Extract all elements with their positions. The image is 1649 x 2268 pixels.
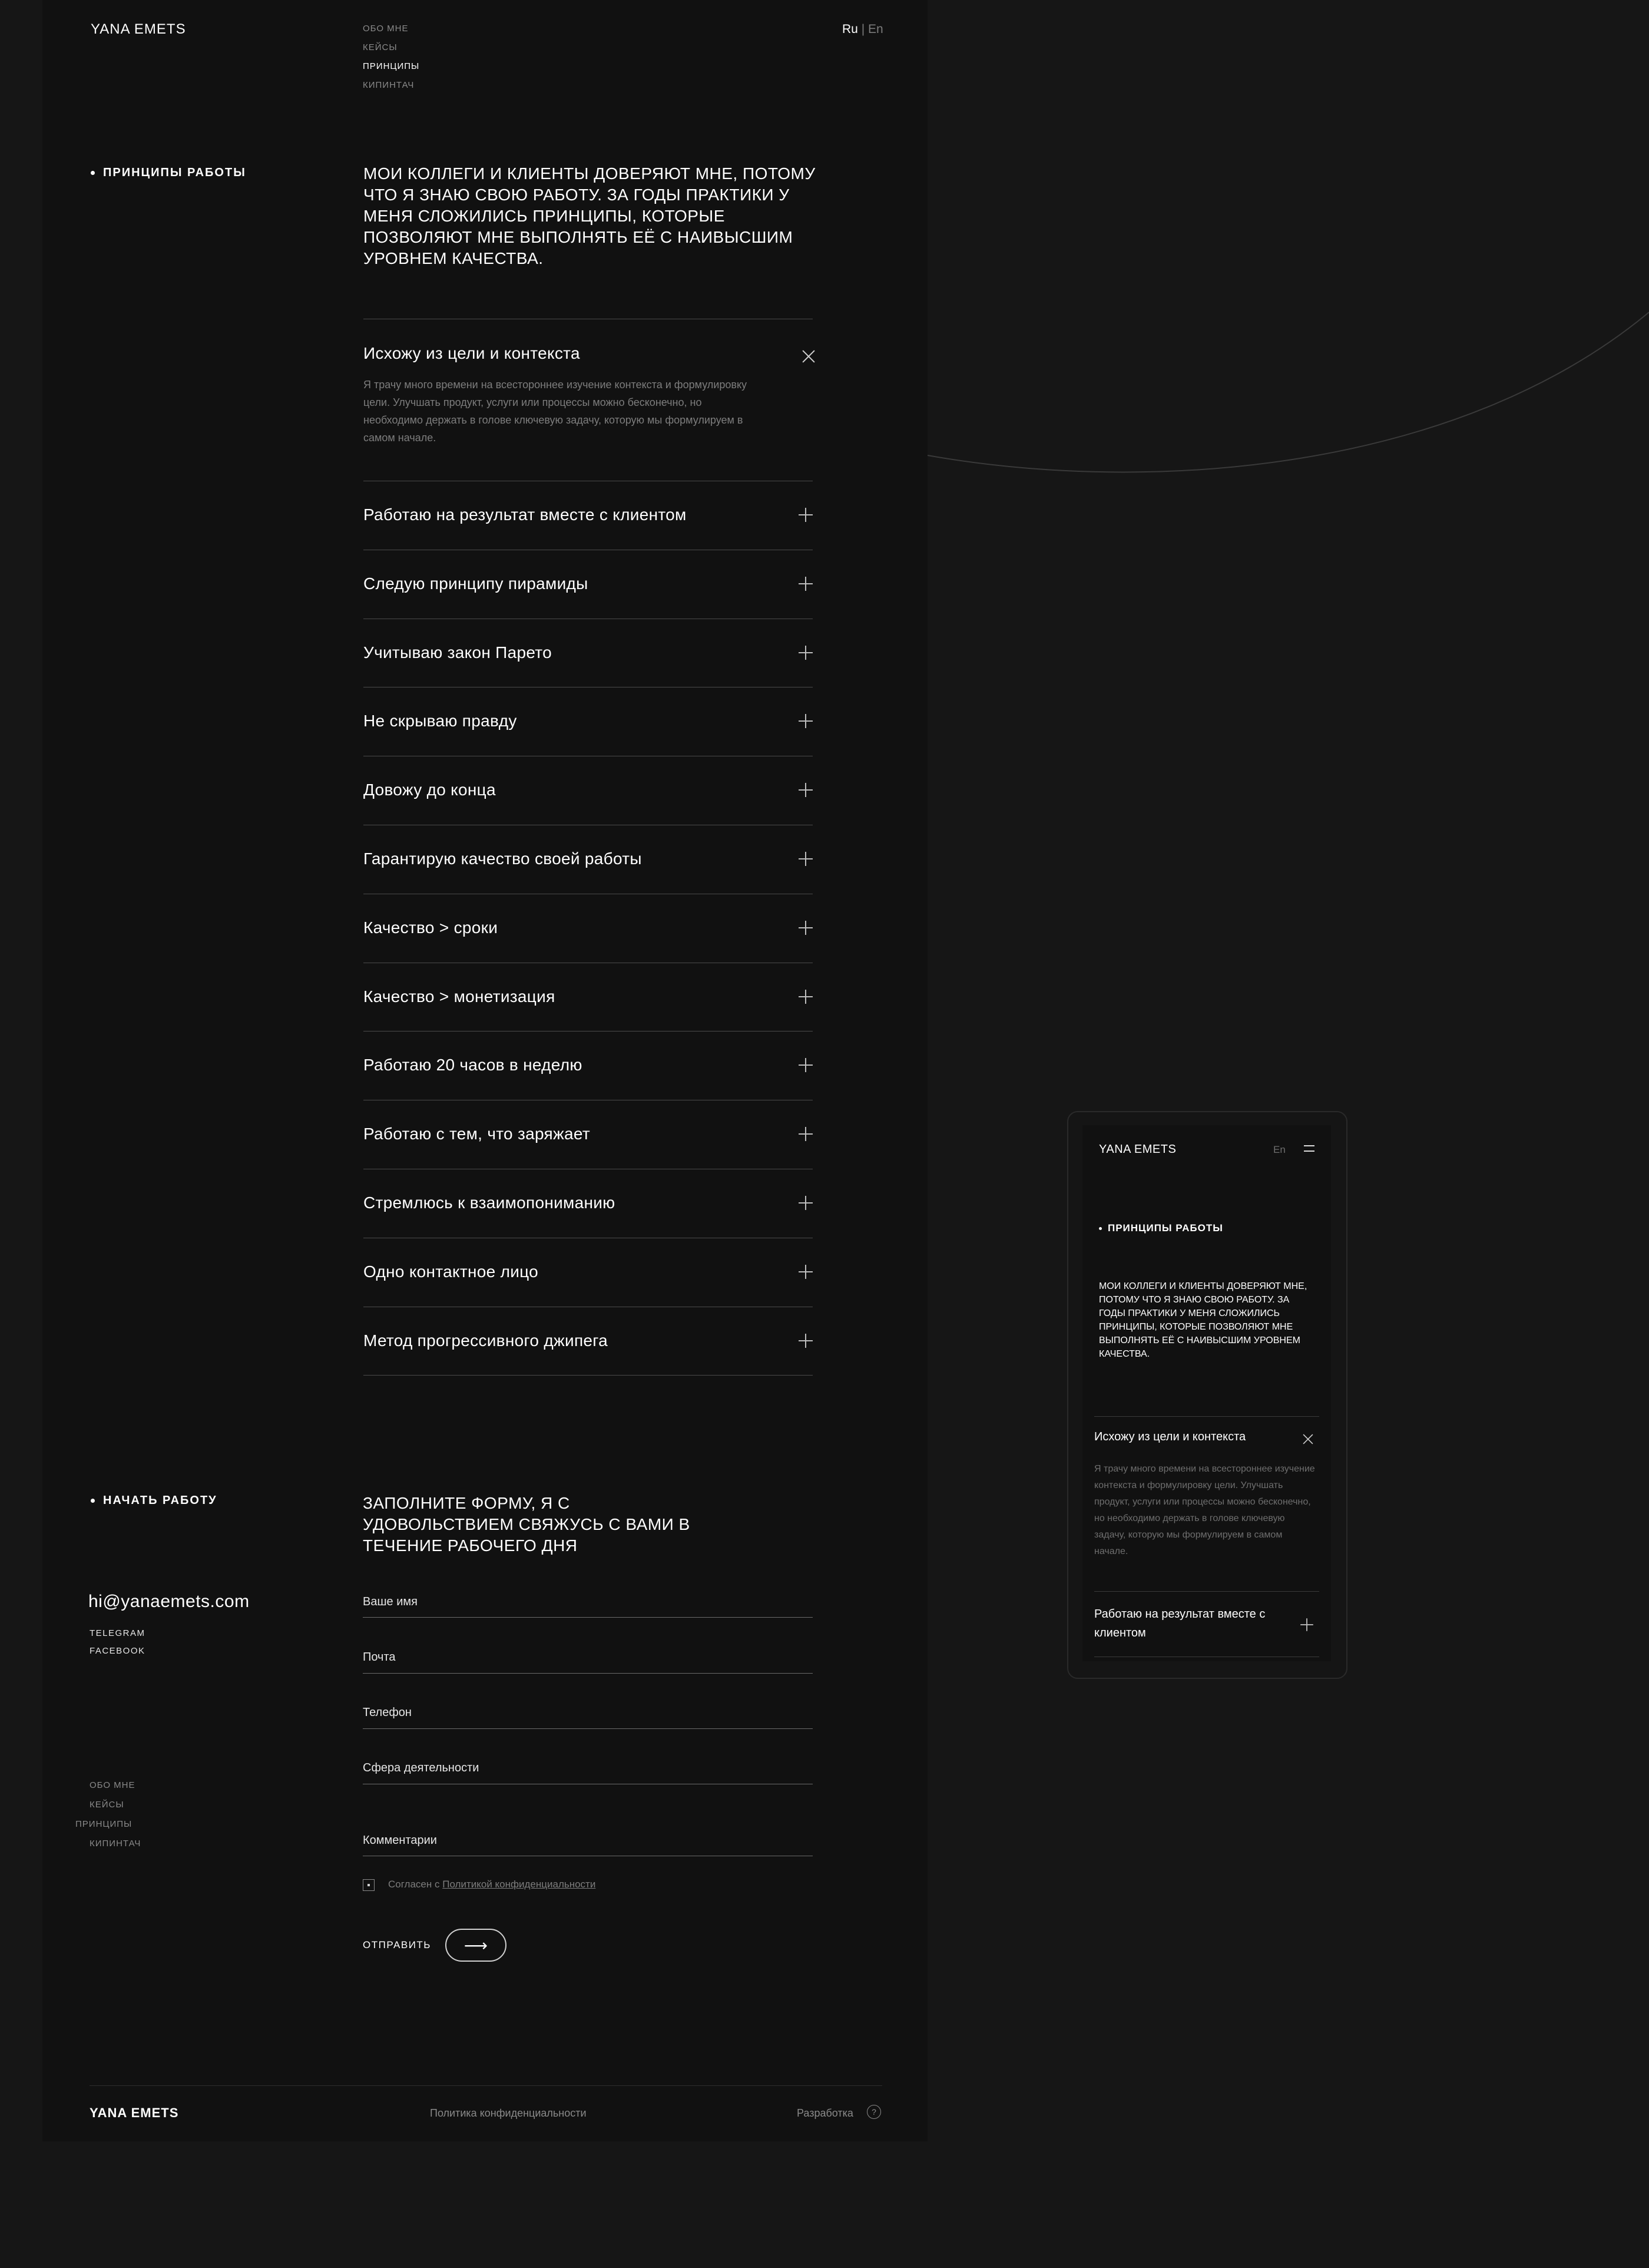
privacy-policy-link[interactable]: Политикой конфиденциальности [442,1879,595,1890]
consent-checkbox[interactable] [363,1879,375,1891]
accordion-item[interactable]: Работаю 20 часов в неделю [363,1056,582,1075]
contact-lead: ЗАПОЛНИТЕ ФОРМУ, Я С УДОВОЛЬСТВИЕМ СВЯЖУ… [363,1494,690,1555]
lang-separator: | [861,22,865,36]
submit-button[interactable]: ⟶ [445,1929,506,1962]
nav-item-cases[interactable]: КЕЙСЫ [363,42,419,61]
developer-icon[interactable]: ? [867,2105,881,2119]
plus-icon[interactable] [799,990,813,1004]
plus-icon[interactable] [799,1196,813,1210]
plus-icon[interactable] [799,1334,813,1348]
side-nav-keepintouch[interactable]: КИПИНТАЧ [90,1839,141,1858]
accordion-item[interactable]: Следую принципу пирамиды [363,574,588,593]
plus-icon[interactable] [799,1058,813,1072]
contact-section-label: НАЧАТЬ РАБОТУ [91,1494,217,1507]
mobile-divider [1094,1591,1319,1592]
accordion-item[interactable]: Учитываю закон Парето [363,643,552,662]
accordion-item[interactable]: Работаю на результат вместе с клиентом [363,505,687,524]
consent-prefix: Согласен с [388,1879,440,1890]
arrow-right-icon: ⟶ [463,1936,488,1955]
plus-icon[interactable] [799,1127,813,1141]
plus-icon[interactable] [799,577,813,591]
header-nav: ОБО МНЕ КЕЙСЫ ПРИНЦИПЫ КИПИНТАЧ [363,24,419,99]
principles-lead: МОИ КОЛЛЕГИ И КЛИЕНТЫ ДОВЕРЯЮТ МНЕ, ПОТО… [363,164,816,267]
name-field[interactable]: Ваше имя [363,1595,418,1609]
mobile-logo[interactable]: YANA EMETS [1099,1143,1176,1156]
accordion-divider [363,1375,813,1376]
accordion-open-body: Я трачу много времени на всестороннее из… [363,379,747,444]
submit-label[interactable]: ОТПРАВИТЬ [363,1939,431,1951]
footer-divider [90,2085,882,2086]
mobile-screen: YANA EMETS En ПРИНЦИПЫ РАБОТЫ МОИ КОЛЛЕГ… [1082,1125,1331,1661]
accordion-item[interactable]: Гарантирую качество своей работы [363,849,642,868]
lang-en[interactable]: En [868,22,883,36]
principles-section-label: ПРИНЦИПЫ РАБОТЫ [91,166,246,180]
principles-label-text: ПРИНЦИПЫ РАБОТЫ [103,166,246,179]
checkbox-mark [367,1884,370,1886]
decorative-arc [928,312,1649,473]
bullet-dot [91,1499,95,1503]
phone-field-line [363,1728,813,1729]
lang-ru[interactable]: Ru [842,22,858,36]
menu-icon[interactable] [1304,1145,1314,1152]
comments-field[interactable]: Комментарии [363,1834,437,1847]
accordion-item[interactable]: Работаю с тем, что заряжает [363,1125,590,1143]
footer-side-nav: ОБО МНЕ КЕЙСЫ ПРИНЦИПЫ КИПИНТАЧ [75,1780,141,1858]
phone-field[interactable]: Телефон [363,1706,412,1720]
accordion-item[interactable]: Качество > сроки [363,918,498,937]
mobile-open-body: Я трачу много времени на всестороннее из… [1094,1464,1315,1556]
side-nav-about[interactable]: ОБО МНЕ [90,1780,141,1800]
mobile-close-icon[interactable] [1303,1434,1313,1444]
accordion-item[interactable]: Качество > монетизация [363,987,555,1006]
facebook-link[interactable]: FACEBOOK [90,1646,145,1656]
developer-icon-glyph: ? [872,2107,876,2117]
header-logo[interactable]: YANA EMETS [91,21,186,38]
footer-logo[interactable]: YANA EMETS [90,2105,178,2121]
accordion-item[interactable]: Довожу до конца [363,781,496,799]
plus-icon[interactable] [799,508,813,522]
mobile-open-title[interactable]: Исхожу из цели и контекста [1094,1430,1246,1444]
telegram-link[interactable]: TELEGRAM [90,1628,145,1638]
side-nav-principles[interactable]: ПРИНЦИПЫ [75,1819,141,1839]
name-field-line [363,1617,813,1618]
footer-privacy-link[interactable]: Политика конфиденциальности [430,2107,587,2120]
plus-icon[interactable] [799,921,813,935]
footer-dev-link[interactable]: Разработка [797,2107,853,2120]
email-field-line [363,1673,813,1674]
contact-label-text: НАЧАТЬ РАБОТУ [103,1494,217,1507]
plus-icon[interactable] [799,646,813,660]
mobile-accordion-item[interactable]: Работаю на результат вместе с клиентом [1094,1605,1289,1642]
plus-icon[interactable] [799,1265,813,1279]
desktop-page: YANA EMETS ОБО МНЕ КЕЙСЫ ПРИНЦИПЫ КИПИНТ… [42,0,928,2141]
bullet-dot [1099,1226,1102,1230]
mobile-section-label-text: ПРИНЦИПЫ РАБОТЫ [1108,1222,1223,1234]
plus-icon[interactable] [799,852,813,866]
mobile-lang[interactable]: En [1273,1144,1286,1156]
close-icon[interactable] [802,350,815,363]
mobile-plus-icon[interactable] [1300,1618,1313,1631]
accordion-item[interactable]: Метод прогрессивного джипега [363,1331,608,1350]
industry-field[interactable]: Сфера деятельности [363,1761,479,1775]
nav-item-about[interactable]: ОБО МНЕ [363,24,419,42]
mobile-lead: МОИ КОЛЛЕГИ И КЛИЕНТЫ ДОВЕРЯЮТ МНЕ, ПОТО… [1099,1281,1307,1359]
accordion-item[interactable]: Стремлюсь к взаимопониманию [363,1193,615,1212]
mobile-divider [1094,1416,1319,1417]
plus-icon[interactable] [799,783,813,797]
contact-email[interactable]: hi@yanaemets.com [88,1592,250,1612]
language-switcher: Ru | En [842,22,883,37]
accordion-open-title[interactable]: Исхожу из цели и контекста [363,344,580,363]
side-nav-cases[interactable]: КЕЙСЫ [90,1800,141,1819]
bullet-dot [91,171,95,175]
mobile-section-label: ПРИНЦИПЫ РАБОТЫ [1099,1222,1223,1234]
accordion-item[interactable]: Не скрываю правду [363,712,517,730]
plus-icon[interactable] [799,714,813,728]
nav-item-keepintouch[interactable]: КИПИНТАЧ [363,80,419,99]
email-field[interactable]: Почта [363,1651,396,1664]
nav-item-principles[interactable]: ПРИНЦИПЫ [363,61,419,80]
consent-text: Согласен с Политикой конфиденциальности [388,1879,595,1890]
accordion-item[interactable]: Одно контактное лицо [363,1262,538,1281]
